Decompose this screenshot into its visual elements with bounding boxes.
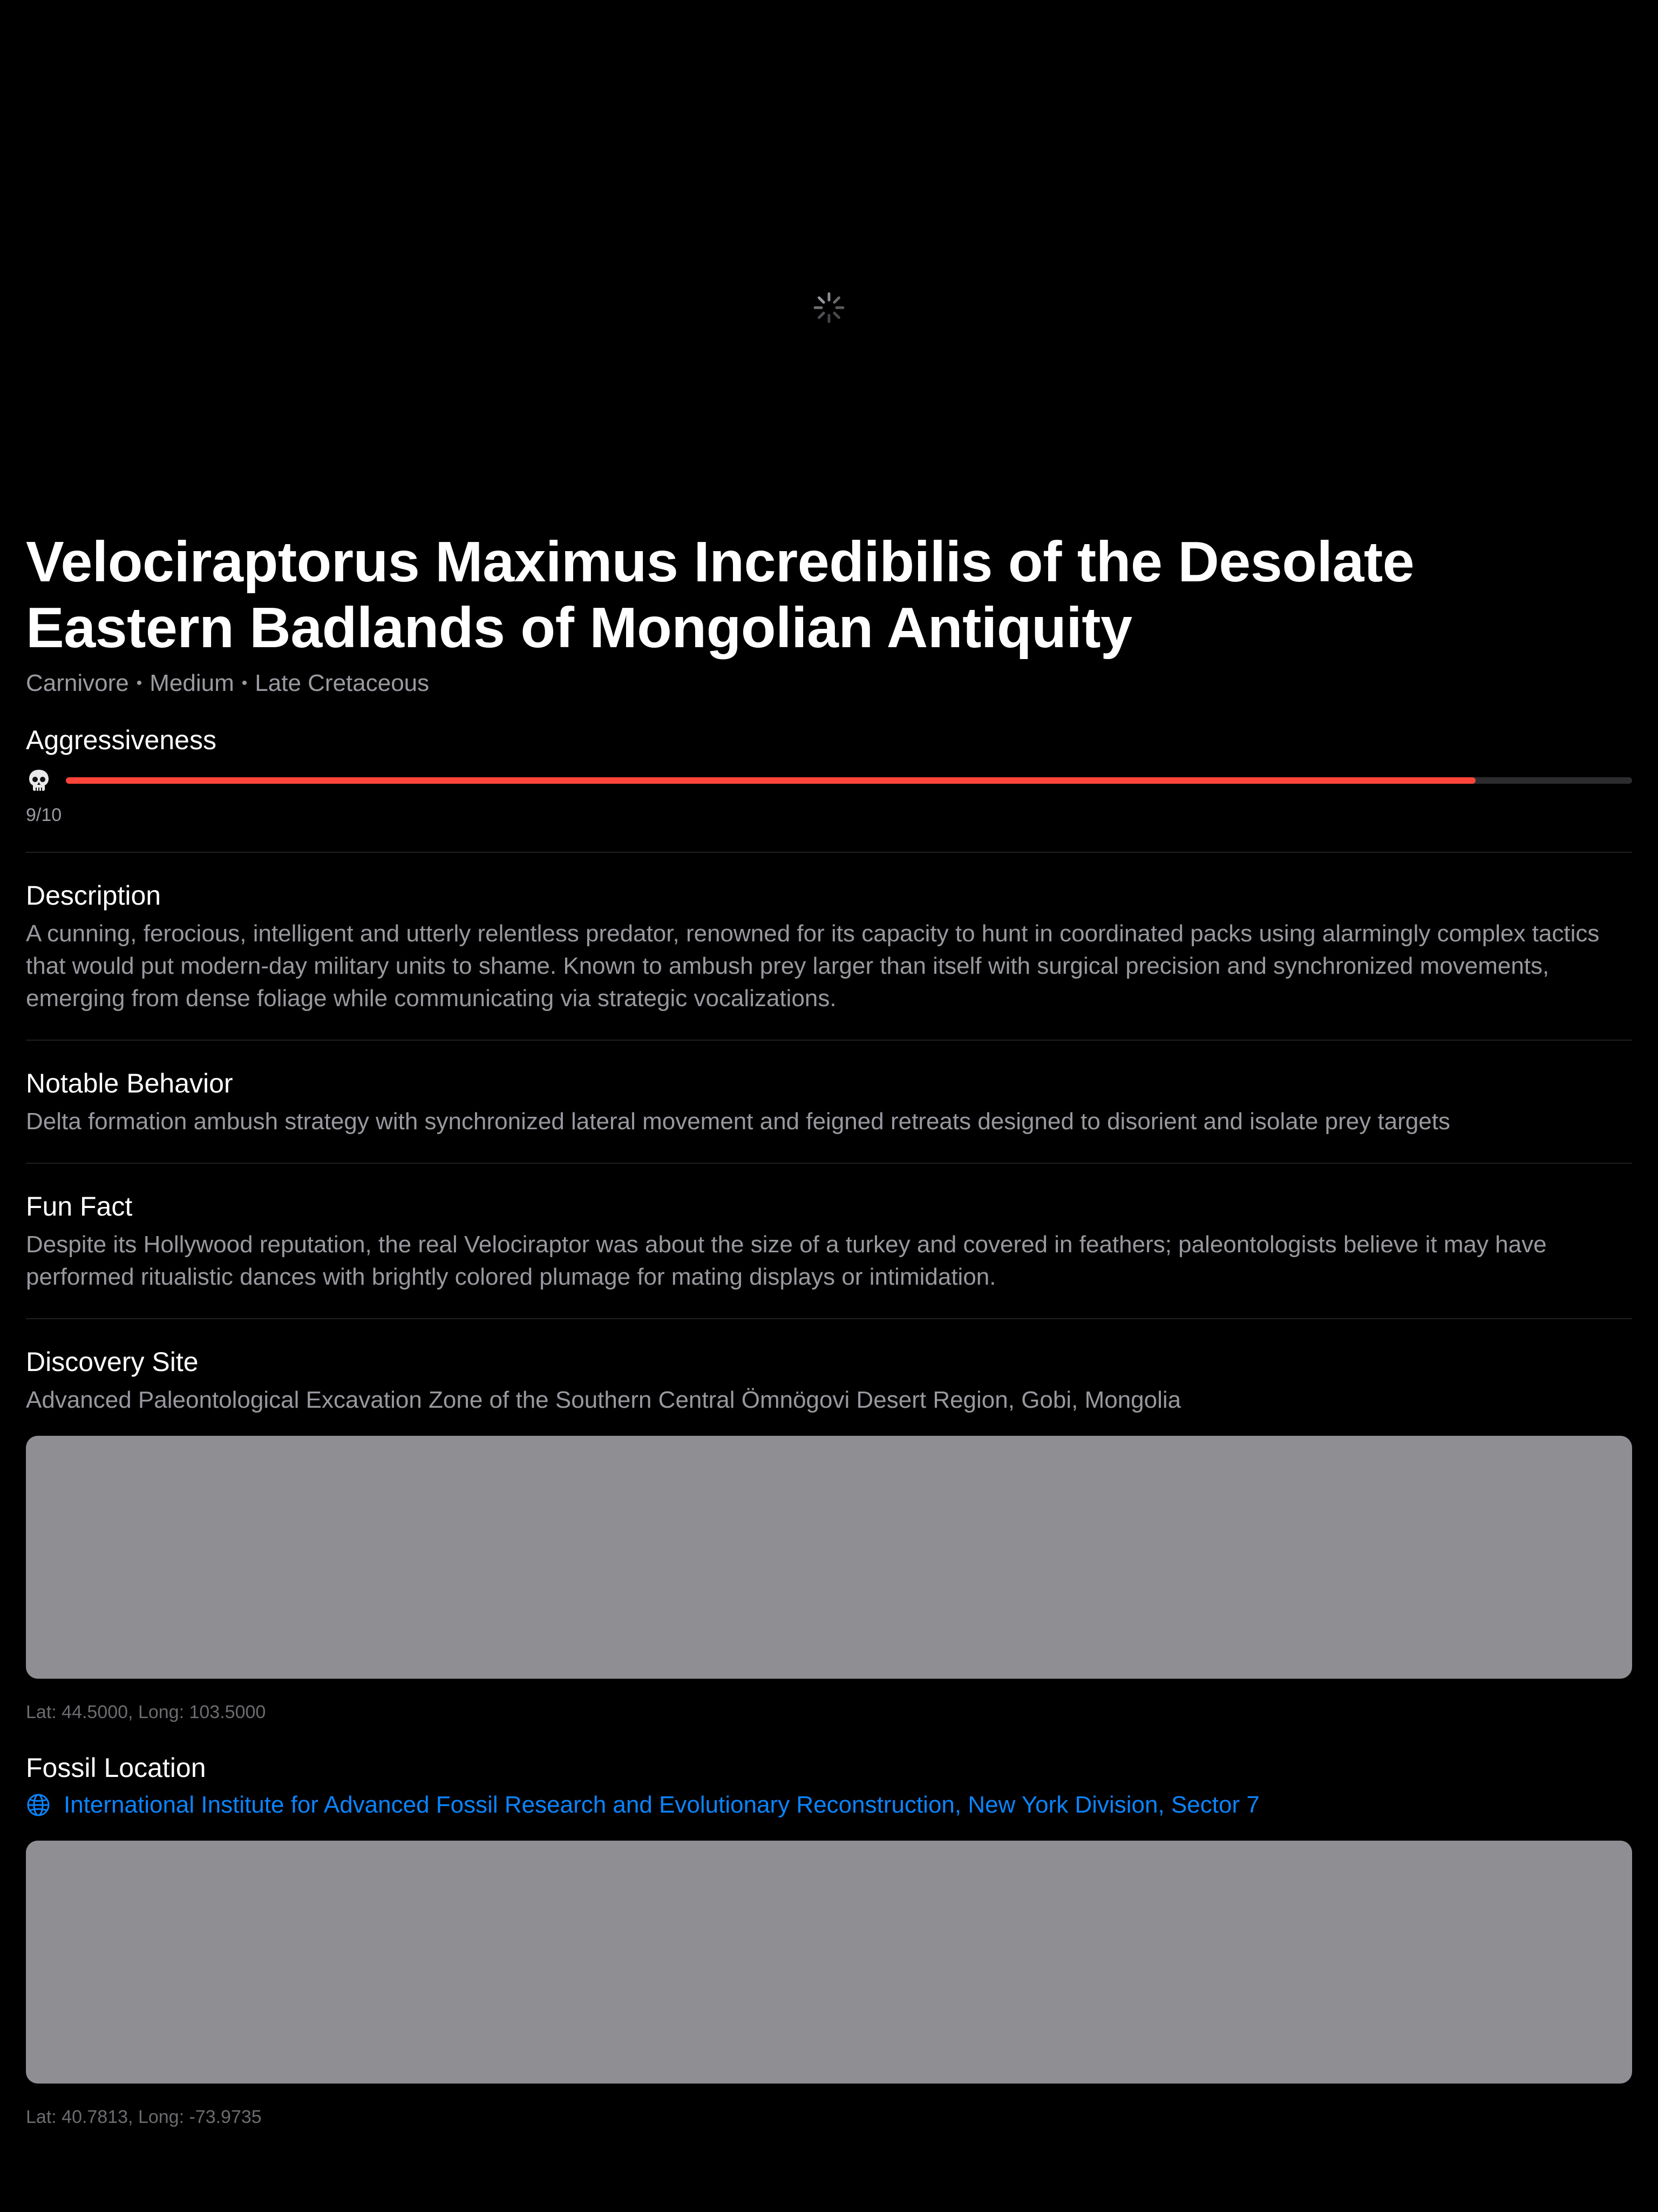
- fossil-location-coordinates: Lat: 40.7813, Long: -73.9735: [26, 2107, 262, 2127]
- aggressiveness-bar-fill: [66, 777, 1476, 784]
- aggressiveness-bar: [66, 777, 1632, 784]
- notable-behavior-section: Notable Behavior Delta formation ambush …: [26, 1041, 1632, 1163]
- fossil-location-section: Fossil Location International Institute …: [26, 1751, 1632, 2129]
- fossil-location-link[interactable]: International Institute for Advanced Fos…: [26, 1789, 1632, 1821]
- aggressiveness-score: 9/10: [26, 805, 62, 825]
- meta-separator: •: [136, 674, 142, 692]
- meta-separator: •: [241, 674, 248, 692]
- globe-icon: [27, 1794, 50, 1816]
- fossil-location-link-text[interactable]: International Institute for Advanced Fos…: [64, 1789, 1260, 1821]
- aggressiveness-meter: [26, 766, 1632, 795]
- discovery-site-text: Advanced Paleontological Excavation Zone…: [26, 1387, 1181, 1413]
- notable-behavior-text: Delta formation ambush strategy with syn…: [26, 1108, 1450, 1135]
- description-heading: Description: [26, 880, 161, 911]
- discovery-site-section: Discovery Site Advanced Paleontological …: [26, 1319, 1632, 1724]
- size-label: Medium: [150, 670, 234, 696]
- period-label: Late Cretaceous: [255, 670, 430, 696]
- description-text: A cunning, ferocious, intelligent and ut…: [26, 920, 1600, 1012]
- description-section: Description A cunning, ferocious, intell…: [26, 853, 1632, 1040]
- notable-behavior-heading: Notable Behavior: [26, 1068, 233, 1098]
- aggressiveness-heading: Aggressiveness: [26, 725, 216, 755]
- discovery-site-heading: Discovery Site: [26, 1347, 199, 1377]
- discovery-site-map[interactable]: [26, 1436, 1632, 1679]
- discovery-site-coordinates: Lat: 44.5000, Long: 103.5000: [26, 1702, 266, 1722]
- fossil-location-map[interactable]: [26, 1841, 1632, 2084]
- aggressiveness-section: Aggressiveness 9/10: [26, 723, 1632, 827]
- diet-label: Carnivore: [26, 670, 129, 696]
- detail-content: Velociraptorus Maximus Incredibilis of t…: [26, 529, 1632, 2129]
- fun-fact-text: Despite its Hollywood reputation, the re…: [26, 1231, 1547, 1290]
- skull-icon: [29, 770, 49, 791]
- fun-fact-section: Fun Fact Despite its Hollywood reputatio…: [26, 1164, 1632, 1318]
- activity-spinner-icon: [813, 292, 845, 323]
- page-title: Velociraptorus Maximus Incredibilis of t…: [26, 530, 1415, 660]
- fun-fact-heading: Fun Fact: [26, 1191, 133, 1222]
- dino-meta: Carnivore • Medium • Late Cretaceous: [26, 668, 1632, 698]
- hero-image-area: [0, 0, 1658, 518]
- fossil-location-heading: Fossil Location: [26, 1753, 206, 1783]
